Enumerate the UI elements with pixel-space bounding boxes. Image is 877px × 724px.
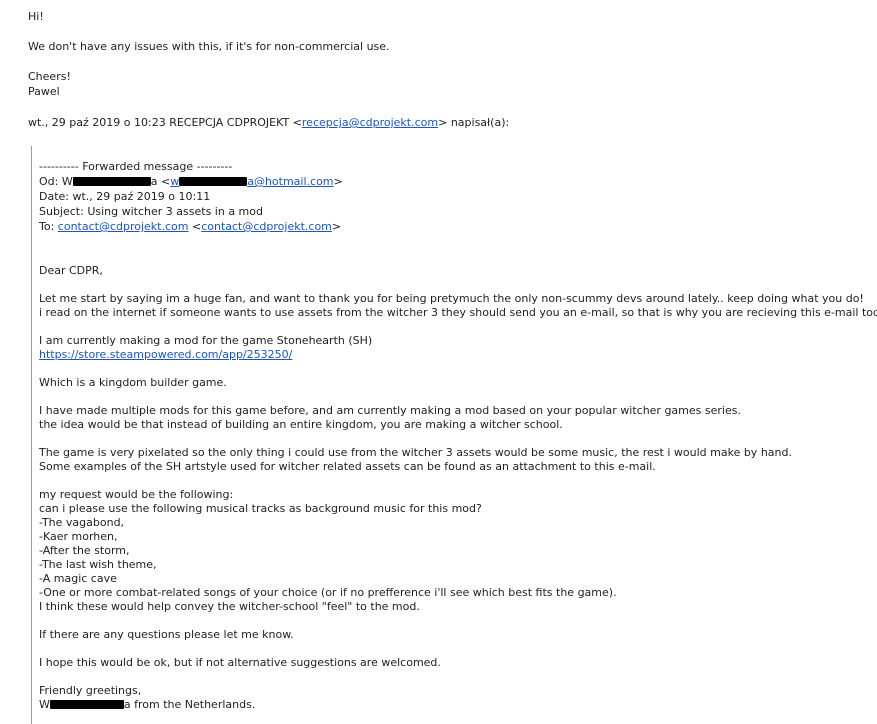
message-p4-line2: the idea would be that instead of buildi… [39, 418, 563, 431]
reply-signature: Pawel [28, 85, 60, 98]
message-closing: Friendly greetings, [39, 684, 142, 697]
steam-store-link[interactable]: https://store.steampowered.com/app/25325… [39, 348, 292, 361]
track-item: -One or more combat-related songs of you… [39, 586, 617, 599]
redacted-signature [49, 700, 124, 709]
message-p6-end: I think these would help convey the witc… [39, 600, 420, 613]
reply-attribution: wt., 29 paź 2019 o 10:23 RECEPCJA CDPROJ… [28, 116, 509, 130]
message-p7: If there are any questions please let me… [39, 628, 294, 641]
attribution-prefix: wt., 29 paź 2019 o 10:23 RECEPCJA CDPROJ… [28, 116, 302, 129]
sig-end: a from the Netherlands. [123, 698, 256, 711]
message-p1-line2: i read on the internet if someone wants … [39, 306, 877, 319]
from-email-link[interactable]: w a@hotmail.com [170, 175, 333, 188]
forwarded-from: Od: Wa <w a@hotmail.com> [39, 175, 343, 189]
sig-start: W [39, 698, 50, 711]
reply-body: We don't have any issues with this, if i… [28, 40, 390, 53]
from-close: > [333, 175, 343, 188]
message-p5-line2: Some examples of the SH artstyle used fo… [39, 460, 656, 473]
forwarded-header: ---------- Forwarded message --------- [39, 160, 233, 173]
track-item: -A magic cave [39, 572, 117, 585]
from-label: Od: [39, 175, 62, 188]
message-salutation: Dear CDPR, [39, 264, 103, 277]
track-item: -Kaer morhen, [39, 530, 118, 543]
from-email-mid: a@hotmail.com [247, 175, 334, 188]
attribution-email-link[interactable]: recepcja@cdprojekt.com [302, 116, 438, 129]
from-name-end: a < [150, 175, 171, 188]
attribution-suffix: > napisał(a): [438, 116, 510, 129]
message-p2-line1: I am currently making a mod for the game… [39, 334, 373, 347]
to-label: To: [39, 220, 58, 233]
track-item: -After the storm, [39, 544, 130, 557]
message-p8: I hope this would be ok, but if not alte… [39, 656, 441, 669]
message-signature: Wa from the Netherlands. [39, 698, 255, 712]
track-item: -The last wish theme, [39, 558, 157, 571]
from-email-start: w [170, 175, 180, 188]
redacted-name [72, 177, 151, 186]
message-p2-link-line: https://store.steampowered.com/app/25325… [39, 348, 292, 362]
forwarded-date: Date: wt., 29 paź 2019 o 10:11 [39, 190, 211, 203]
to-mid: < [188, 220, 202, 233]
from-name-start: W [61, 175, 73, 188]
message-p4-line1: I have made multiple mods for this game … [39, 404, 741, 417]
quote-bar [31, 146, 32, 724]
message-p6-line1: my request would be the following: [39, 488, 234, 501]
reply-signoff: Cheers! [28, 70, 71, 83]
message-p6-line2: can i please use the following musical t… [39, 502, 482, 515]
to-email-link[interactable]: contact@cdprojekt.com [58, 220, 189, 233]
message-p1-line1: Let me start by saying im a huge fan, an… [39, 292, 864, 305]
message-p3: Which is a kingdom builder game. [39, 376, 227, 389]
message-p5-line1: The game is very pixelated so the only t… [39, 446, 792, 459]
forwarded-to: To: contact@cdprojekt.com <contact@cdpro… [39, 220, 341, 234]
forwarded-subject: Subject: Using witcher 3 assets in a mod [39, 205, 263, 218]
reply-greeting: Hi! [28, 10, 44, 23]
track-item: -The vagabond, [39, 516, 125, 529]
to-close: > [331, 220, 342, 233]
redacted-email [179, 177, 248, 186]
to-email-link-2[interactable]: contact@cdprojekt.com [201, 220, 332, 233]
